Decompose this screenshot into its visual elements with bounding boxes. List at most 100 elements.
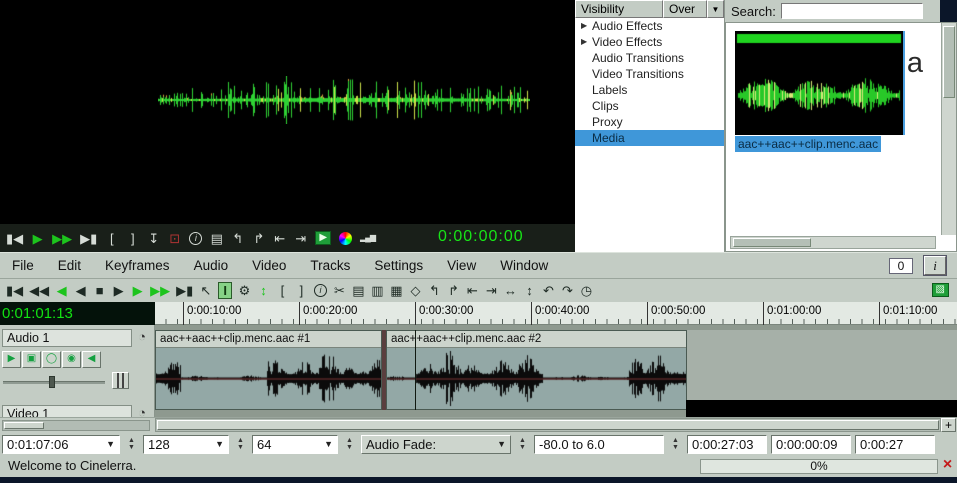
histogram-icon[interactable]: ▂▄▆ xyxy=(360,234,375,242)
dropdown-icon[interactable]: ▼ xyxy=(209,439,224,449)
in-point-icon[interactable]: [ xyxy=(276,284,289,297)
sort-over-button[interactable]: Over xyxy=(663,0,707,18)
next-label-icon[interactable]: ↱ xyxy=(252,232,265,245)
arm-toggle-button[interactable]: ▣ xyxy=(22,351,41,368)
menu-audio[interactable]: Audio xyxy=(182,258,241,273)
frame-forward-icon[interactable]: ▶ xyxy=(112,284,125,297)
prev-label-icon[interactable]: ↰ xyxy=(231,232,244,245)
menu-edit[interactable]: Edit xyxy=(46,258,93,273)
clear-icon[interactable]: ▦ xyxy=(390,284,403,297)
frame-reverse-icon[interactable]: ◀ xyxy=(74,284,87,297)
audio-clip-2[interactable]: aac++aac++clip.menc.aac #2 xyxy=(386,330,687,410)
drag-tool-icon[interactable]: ↖ xyxy=(199,284,212,297)
timeline-ruler[interactable]: 0:00:10:000:00:20:000:00:30:000:00:40:00… xyxy=(155,302,957,325)
menu-view[interactable]: View xyxy=(435,258,488,273)
folder-item-video-effects[interactable]: ▶Video Effects xyxy=(575,34,724,50)
menu-video[interactable]: Video xyxy=(240,258,298,273)
manual-goto-icon[interactable]: ◷ xyxy=(580,284,593,297)
expand-arrow-icon[interactable]: ▶ xyxy=(581,34,587,50)
out-point-icon[interactable]: ] xyxy=(126,232,139,245)
undo-icon[interactable]: ↶ xyxy=(542,284,555,297)
sample-zoom-field[interactable]: 128▼ xyxy=(143,435,229,454)
fade-slider[interactable] xyxy=(3,375,105,389)
info-icon[interactable]: i xyxy=(314,284,327,297)
folder-item-audio-effects[interactable]: ▶Audio Effects xyxy=(575,18,724,34)
selection-end-field[interactable]: 0:00:27 xyxy=(855,435,935,454)
to-end-icon[interactable]: ▶▮ xyxy=(80,232,97,245)
media-item-name[interactable]: aac++aac++clip.menc.aac xyxy=(735,136,881,152)
next-label-icon[interactable]: ↱ xyxy=(447,284,460,297)
folder-item-video-transitions[interactable]: Video Transitions xyxy=(575,66,724,82)
to-end-icon[interactable]: ▶▮ xyxy=(176,284,193,297)
slider-handle[interactable] xyxy=(49,376,55,388)
folder-item-proxy[interactable]: Proxy xyxy=(575,114,724,130)
play-reverse-icon[interactable]: ◀ xyxy=(55,284,68,297)
span-keyframe-icon[interactable]: ↕ xyxy=(257,284,270,297)
track-expander-icon[interactable]: ◔ xyxy=(135,406,149,417)
play-icon[interactable]: ▶ xyxy=(31,232,44,245)
stop-icon[interactable]: ■ xyxy=(93,284,106,297)
dropdown-icon[interactable]: ▼ xyxy=(491,439,506,449)
fit-selection-icon[interactable]: ⇤ xyxy=(466,284,479,297)
sample-zoom-stepper[interactable]: ▲▼ xyxy=(233,435,248,454)
menu-settings[interactable]: Settings xyxy=(362,258,435,273)
zoom-x-icon[interactable]: ↔ xyxy=(504,284,517,297)
scrollbar-thumb[interactable] xyxy=(4,422,44,429)
dropdown-icon[interactable]: ▼ xyxy=(100,439,115,449)
copy-icon[interactable]: ▤ xyxy=(352,284,365,297)
folder-item-audio-transitions[interactable]: Audio Transitions xyxy=(575,50,724,66)
length-stepper[interactable]: ▲▼ xyxy=(124,435,139,454)
range-stepper[interactable]: ▲▼ xyxy=(668,435,683,454)
scrollbar-thumb[interactable] xyxy=(157,420,939,430)
search-input[interactable] xyxy=(781,3,923,19)
menu-tracks[interactable]: Tracks xyxy=(298,258,362,273)
fit-autos-icon[interactable]: ⇥ xyxy=(485,284,498,297)
zoom-y-icon[interactable]: ↕ xyxy=(523,284,536,297)
in-point-icon[interactable]: [ xyxy=(105,232,118,245)
mute-toggle-button[interactable]: ◀ xyxy=(82,351,101,368)
scrollbar-thumb[interactable] xyxy=(733,238,811,247)
ibeam-tool-icon[interactable]: I xyxy=(218,282,232,299)
visibility-button[interactable]: Visibility xyxy=(575,0,663,18)
gang-toggle-button[interactable]: ◯ xyxy=(42,351,61,368)
selection-length-field[interactable]: 0:00:00:09 xyxy=(771,435,851,454)
draw-toggle-button[interactable]: ◉ xyxy=(62,351,81,368)
messages-icon[interactable]: ▧ xyxy=(932,283,949,297)
expand-arrow-icon[interactable]: ▶ xyxy=(581,18,587,34)
automation-stepper[interactable]: ▲▼ xyxy=(515,435,530,454)
menu-window[interactable]: Window xyxy=(488,258,560,273)
menu-file[interactable]: File xyxy=(0,258,46,273)
play-toggle-button[interactable]: ▶ xyxy=(2,351,21,368)
play-forward-icon[interactable]: ▶ xyxy=(131,284,144,297)
info-icon[interactable]: i xyxy=(189,232,202,245)
patchbay-scrollbar[interactable] xyxy=(2,420,150,431)
scrollbar-thumb[interactable] xyxy=(943,26,955,98)
cancel-operation-button[interactable]: × xyxy=(939,457,956,474)
pan-control[interactable] xyxy=(112,372,129,389)
next-edit-icon[interactable]: ⇥ xyxy=(294,232,307,245)
vertical-scrollbar[interactable] xyxy=(941,23,956,235)
amplitude-zoom-field[interactable]: 64▼ xyxy=(252,435,338,454)
out-point-icon[interactable]: ] xyxy=(295,284,308,297)
paste-icon[interactable]: ▥ xyxy=(371,284,384,297)
prev-edit-icon[interactable]: ⇤ xyxy=(273,232,286,245)
label-icon[interactable]: ◇ xyxy=(409,284,422,297)
overlay-count-box[interactable]: 0 xyxy=(889,258,913,274)
fast-reverse-icon[interactable]: ◀◀ xyxy=(29,284,49,297)
splice-icon[interactable]: ↧ xyxy=(147,232,160,245)
dropdown-icon[interactable]: ▼ xyxy=(318,439,333,449)
folder-item-labels[interactable]: Labels xyxy=(575,82,724,98)
audio-clip-1[interactable]: aac++aac++clip.menc.aac #1 xyxy=(155,330,382,410)
copy-icon[interactable]: ▤ xyxy=(210,232,223,245)
expand-track-button[interactable]: + xyxy=(941,418,956,432)
amplitude-zoom-stepper[interactable]: ▲▼ xyxy=(342,435,357,454)
track-title-video1[interactable]: Video 1 xyxy=(2,405,132,417)
folder-item-clips[interactable]: Clips xyxy=(575,98,724,114)
menu-keyframes[interactable]: Keyframes xyxy=(93,258,182,273)
color-wheel-icon[interactable] xyxy=(339,232,352,245)
automation-range-field[interactable]: -80.0 to 6.0 xyxy=(534,435,664,454)
media-item-thumbnail[interactable] xyxy=(735,31,905,135)
keyframe-icon[interactable]: ⚙ xyxy=(238,284,251,297)
cut-icon[interactable]: ✂ xyxy=(333,284,346,297)
track-title-audio1[interactable]: Audio 1 xyxy=(2,329,132,347)
